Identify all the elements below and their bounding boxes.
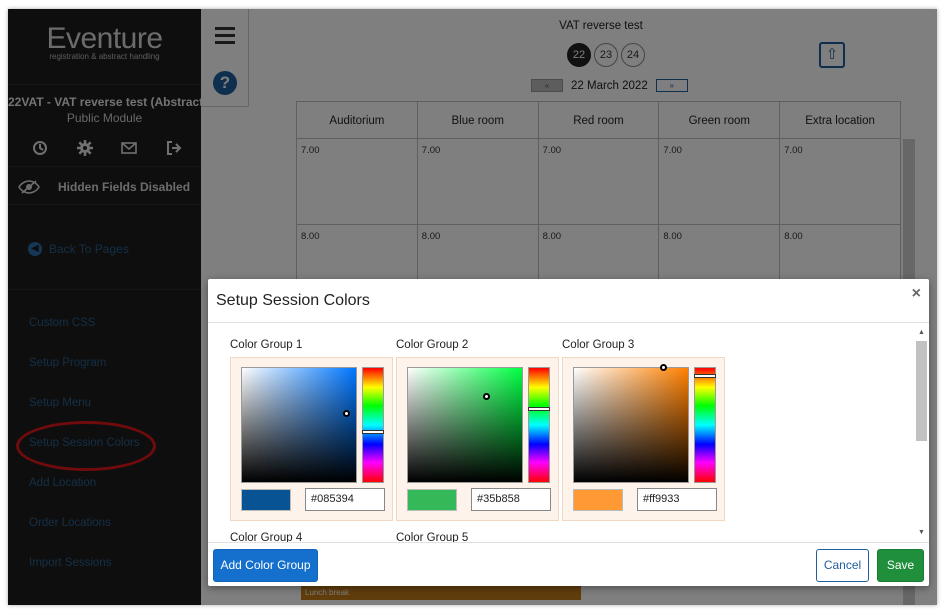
hue-slider[interactable] <box>528 367 550 483</box>
color-group: Color Group 3 #ff9933 <box>562 339 725 521</box>
hue-slider[interactable] <box>694 367 716 483</box>
save-button[interactable]: Save <box>877 549 924 582</box>
color-picker: #35b858 <box>396 357 559 521</box>
color-picker: #ff9933 <box>562 357 725 521</box>
saturation-value-area[interactable] <box>573 364 689 483</box>
hex-input[interactable]: #085394 <box>305 488 385 511</box>
picker-handle[interactable] <box>343 410 350 417</box>
saturation-value-area[interactable] <box>407 367 523 483</box>
modal-footer: Add Color Group Cancel Save <box>208 542 929 586</box>
scroll-thumb[interactable] <box>916 341 927 441</box>
color-group-label: Color Group 4 <box>230 532 303 542</box>
modal-scrollbar[interactable]: ▲ ▼ <box>916 328 927 538</box>
session-colors-modal: Setup Session Colors × Color Group 1 #08… <box>208 279 929 586</box>
color-group: Color Group 1 #085394 <box>230 339 393 521</box>
browser-frame: Eventure registration & abstract handlin… <box>8 9 937 605</box>
color-group: Color Group 2 #35b858 <box>396 339 559 521</box>
modal-header: Setup Session Colors × <box>208 279 929 323</box>
color-group-label: Color Group 2 <box>396 339 469 351</box>
picker-handle[interactable] <box>660 364 667 371</box>
hue-slider[interactable] <box>362 367 384 483</box>
cancel-button[interactable]: Cancel <box>816 549 869 582</box>
modal-body: Color Group 1 #085394 Color Group 2 #35b… <box>208 324 929 542</box>
hue-marker[interactable] <box>528 407 550 411</box>
scroll-down-icon[interactable]: ▼ <box>916 528 927 538</box>
hue-marker[interactable] <box>362 430 384 434</box>
color-swatch <box>407 489 457 511</box>
color-swatch <box>573 489 623 511</box>
color-picker: #085394 <box>230 357 393 521</box>
picker-handle[interactable] <box>483 393 490 400</box>
hex-input[interactable]: #ff9933 <box>637 488 717 511</box>
hex-input[interactable]: #35b858 <box>471 488 551 511</box>
hue-marker[interactable] <box>694 374 716 378</box>
modal-title: Setup Session Colors <box>216 292 370 309</box>
close-icon[interactable]: × <box>912 285 921 303</box>
scroll-up-icon[interactable]: ▲ <box>916 328 927 338</box>
color-group-label: Color Group 5 <box>396 532 469 542</box>
color-group-label: Color Group 1 <box>230 339 303 351</box>
color-swatch <box>241 489 291 511</box>
add-color-group-button[interactable]: Add Color Group <box>213 549 318 582</box>
saturation-value-area[interactable] <box>241 367 357 483</box>
color-group-label: Color Group 3 <box>562 339 635 351</box>
